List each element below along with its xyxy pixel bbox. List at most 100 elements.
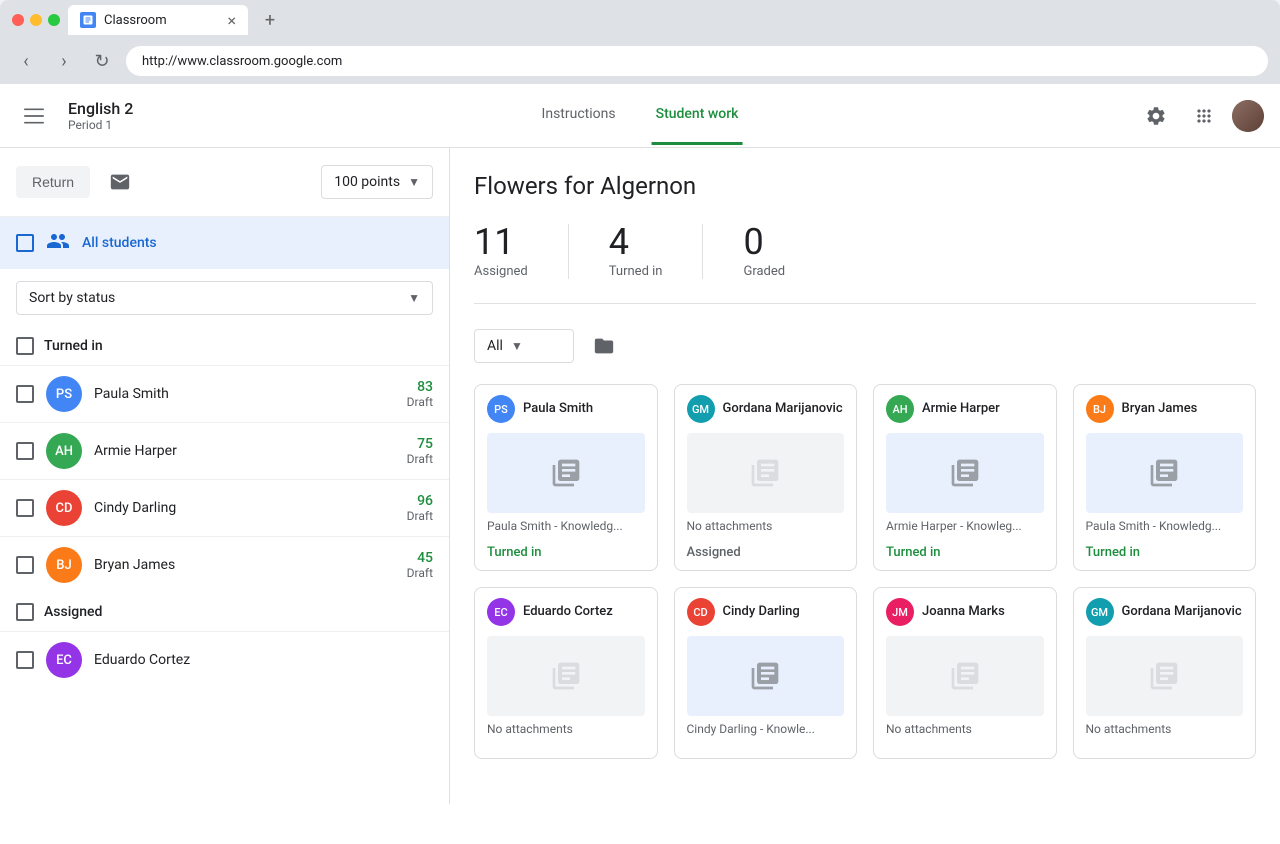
student-grade: 45 Draft xyxy=(407,550,433,580)
all-students-filter[interactable]: All students xyxy=(0,217,449,269)
card-doc-name: No attachments xyxy=(1074,716,1256,742)
filter-dropdown[interactable]: All ▼ xyxy=(474,329,574,363)
header-actions xyxy=(1136,96,1264,136)
student-name: Cindy Darling xyxy=(94,500,395,516)
card-header: CD Cindy Darling xyxy=(675,588,857,636)
card-status xyxy=(874,742,1056,758)
new-tab-button[interactable]: + xyxy=(256,6,284,34)
student-row[interactable]: AH Armie Harper 75 Draft xyxy=(0,422,449,479)
header-tabs: Instructions Student work xyxy=(538,86,743,145)
app-header: English 2 Period 1 Instructions Student … xyxy=(0,84,1280,148)
points-dropdown[interactable]: 100 points ▼ xyxy=(321,165,433,199)
card-header: GM Gordana Marijanovic xyxy=(1074,588,1256,636)
card-thumbnail xyxy=(886,636,1044,716)
app-container: English 2 Period 1 Instructions Student … xyxy=(0,84,1280,844)
tab-instructions[interactable]: Instructions xyxy=(538,86,620,145)
grade-status: Draft xyxy=(407,566,433,580)
mail-button[interactable] xyxy=(102,164,138,200)
user-avatar[interactable] xyxy=(1232,100,1264,132)
card-thumbnail xyxy=(687,636,845,716)
student-grade: 96 Draft xyxy=(407,493,433,523)
settings-button[interactable] xyxy=(1136,96,1176,136)
filter-label: All xyxy=(487,338,503,354)
url-input[interactable]: http://www.classroom.google.com xyxy=(126,46,1268,76)
card-thumbnail xyxy=(487,433,645,513)
card-thumbnail xyxy=(1086,433,1244,513)
student-checkbox[interactable] xyxy=(16,385,34,403)
student-row[interactable]: EC Eduardo Cortez xyxy=(0,631,449,688)
window-controls xyxy=(12,14,60,26)
grid-menu-button[interactable] xyxy=(1184,96,1224,136)
student-card[interactable]: JM Joanna Marks No attachments xyxy=(873,587,1057,759)
student-checkbox[interactable] xyxy=(16,651,34,669)
class-info: English 2 Period 1 xyxy=(68,99,133,132)
card-student-name: Paula Smith xyxy=(523,401,593,417)
return-button[interactable]: Return xyxy=(16,166,90,198)
stat-graded: 0 Graded xyxy=(743,224,825,279)
student-name: Eduardo Cortez xyxy=(94,652,433,668)
student-checkbox[interactable] xyxy=(16,499,34,517)
student-card[interactable]: PS Paula Smith Paula Smith - Knowledg...… xyxy=(474,384,658,571)
card-student-name: Armie Harper xyxy=(922,401,1000,417)
tab-student-work[interactable]: Student work xyxy=(652,86,743,145)
sort-dropdown[interactable]: Sort by status ▼ xyxy=(16,281,433,315)
card-thumbnail xyxy=(886,433,1044,513)
cards-grid: PS Paula Smith Paula Smith - Knowledg...… xyxy=(474,384,1256,759)
grade-status: Draft xyxy=(407,395,433,409)
browser-tab[interactable]: Classroom × xyxy=(68,5,248,35)
card-student-name: Eduardo Cortez xyxy=(523,604,613,620)
card-avatar: AH xyxy=(886,395,914,423)
turned-in-checkbox[interactable] xyxy=(16,337,34,355)
stat-turned-in-label: Turned in xyxy=(609,264,663,279)
student-row[interactable]: PS Paula Smith 83 Draft xyxy=(0,365,449,422)
card-status: Assigned xyxy=(675,539,857,570)
student-grade: 83 Draft xyxy=(407,379,433,409)
turned-in-section-header: Turned in xyxy=(0,327,449,365)
all-students-checkbox[interactable] xyxy=(16,234,34,252)
student-checkbox[interactable] xyxy=(16,556,34,574)
student-grade: 75 Draft xyxy=(407,436,433,466)
forward-button[interactable]: › xyxy=(50,47,78,75)
all-students-label: All students xyxy=(82,235,157,251)
folder-button[interactable] xyxy=(586,328,622,364)
card-avatar: JM xyxy=(886,598,914,626)
card-avatar: GM xyxy=(687,395,715,423)
reload-button[interactable]: ↻ xyxy=(88,47,116,75)
assigned-section-header: Assigned xyxy=(0,593,449,631)
tab-close-button[interactable]: × xyxy=(227,11,236,30)
content-area: Flowers for Algernon 11 Assigned 4 Turne… xyxy=(450,148,1280,804)
student-card[interactable]: GM Gordana Marijanovic No attachments xyxy=(1073,587,1257,759)
all-students-icon xyxy=(46,229,70,257)
back-button[interactable]: ‹ xyxy=(12,47,40,75)
student-card[interactable]: BJ Bryan James Paula Smith - Knowledg...… xyxy=(1073,384,1257,571)
close-button[interactable] xyxy=(12,14,24,26)
hamburger-menu[interactable] xyxy=(16,98,52,134)
student-card[interactable]: GM Gordana Marijanovic No attachments As… xyxy=(674,384,858,571)
maximize-button[interactable] xyxy=(48,14,60,26)
card-doc-name: Paula Smith - Knowledg... xyxy=(475,513,657,539)
card-header: AH Armie Harper xyxy=(874,385,1056,433)
student-card[interactable]: CD Cindy Darling Cindy Darling - Knowle.… xyxy=(674,587,858,759)
student-row[interactable]: CD Cindy Darling 96 Draft xyxy=(0,479,449,536)
points-chevron-icon: ▼ xyxy=(408,175,420,189)
turned-in-label: Turned in xyxy=(44,338,103,354)
card-student-name: Gordana Marijanovic xyxy=(1122,604,1242,620)
assigned-checkbox[interactable] xyxy=(16,603,34,621)
card-student-name: Bryan James xyxy=(1122,401,1198,417)
stat-assigned-num: 11 xyxy=(474,224,514,260)
tab-title: Classroom xyxy=(104,13,167,28)
stat-assigned: 11 Assigned xyxy=(474,224,569,279)
card-header: PS Paula Smith xyxy=(475,385,657,433)
student-card[interactable]: AH Armie Harper Armie Harper - Knowleg..… xyxy=(873,384,1057,571)
student-card[interactable]: EC Eduardo Cortez No attachments xyxy=(474,587,658,759)
student-name: Paula Smith xyxy=(94,386,395,402)
card-thumbnail xyxy=(487,636,645,716)
minimize-button[interactable] xyxy=(30,14,42,26)
address-bar: ‹ › ↻ http://www.classroom.google.com xyxy=(0,40,1280,84)
card-doc-name: No attachments xyxy=(675,513,857,539)
student-row[interactable]: BJ Bryan James 45 Draft xyxy=(0,536,449,593)
card-header: JM Joanna Marks xyxy=(874,588,1056,636)
stats-row: 11 Assigned 4 Turned in 0 Graded xyxy=(474,224,1256,304)
student-checkbox[interactable] xyxy=(16,442,34,460)
grade-number: 96 xyxy=(407,493,433,509)
